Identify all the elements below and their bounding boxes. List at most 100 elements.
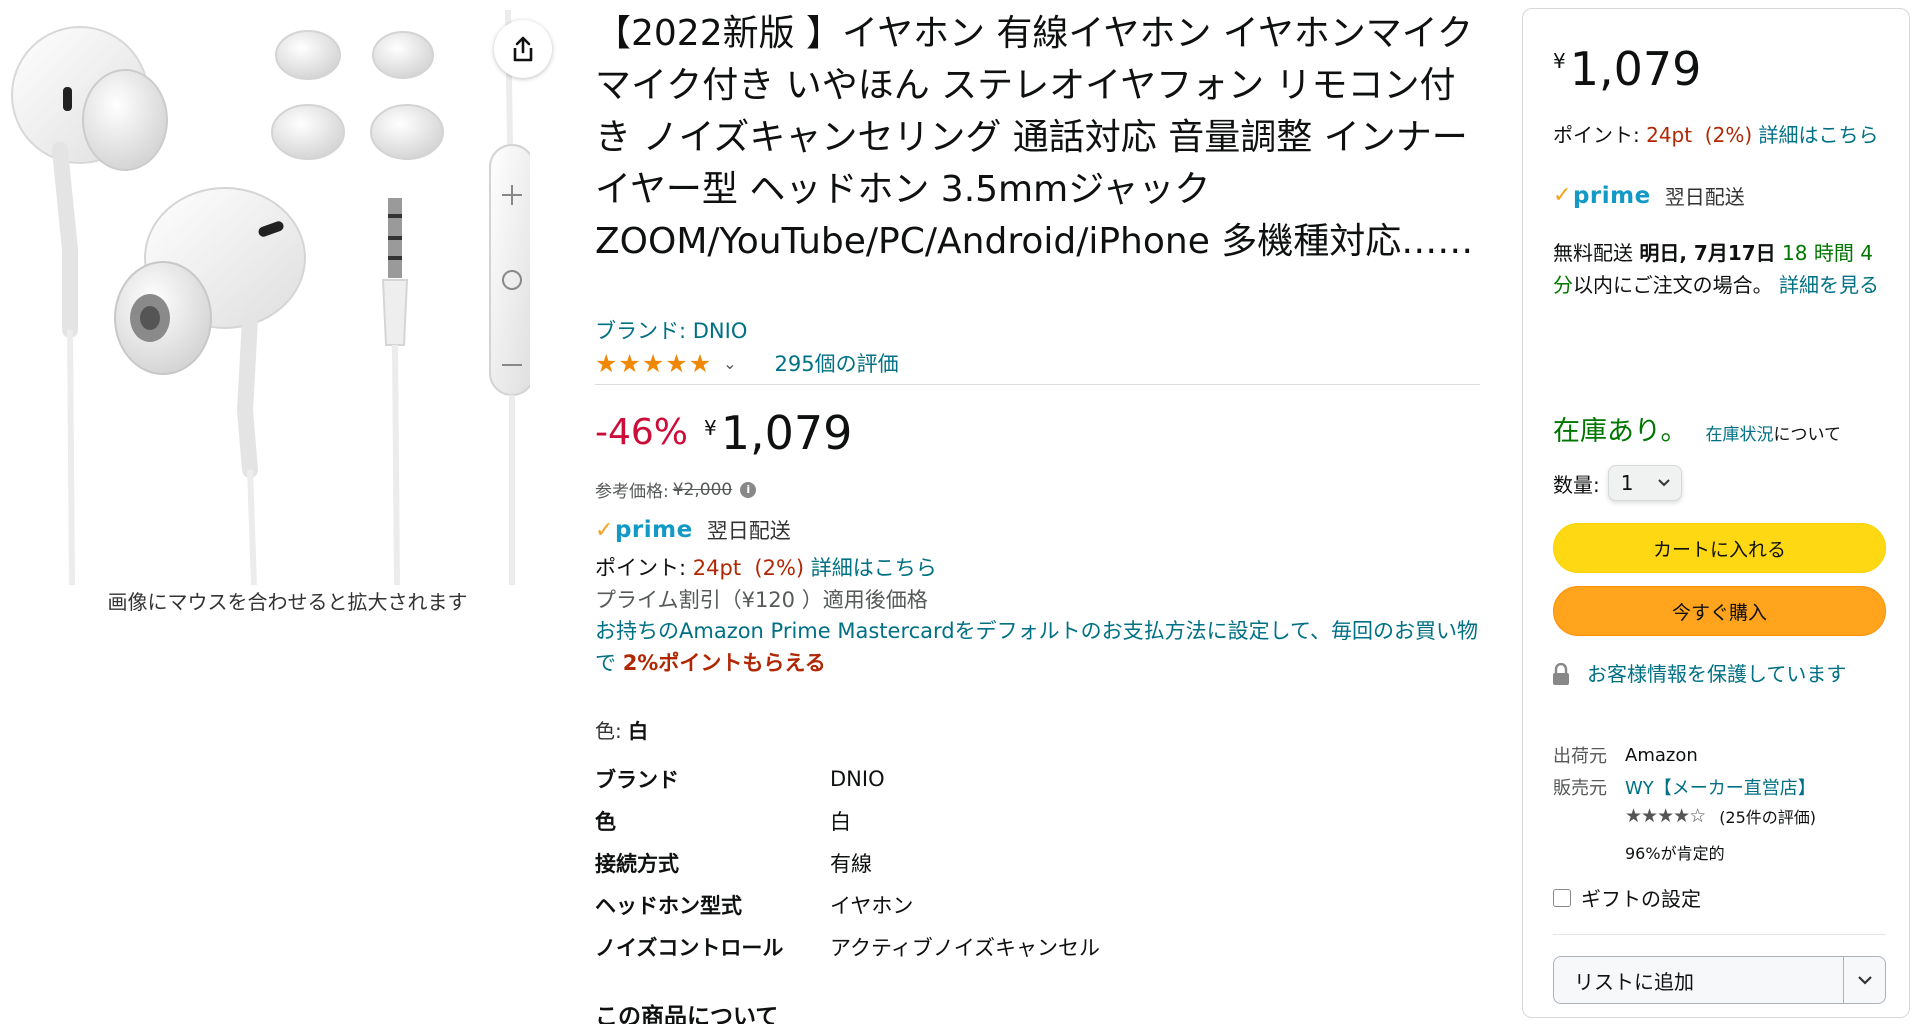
prime-logo: ✓ prime [1553, 182, 1651, 209]
quantity-value: 1 [1620, 471, 1634, 495]
reference-price-label: 参考価格: [595, 482, 669, 502]
shipping-prefix: 無料配送 [1553, 241, 1633, 265]
star-icon: ★★★★ [1625, 805, 1690, 827]
stock-suffix: について [1773, 425, 1841, 445]
check-icon: ✓ [595, 517, 614, 543]
mastercard-promo[interactable]: お持ちのAmazon Prime Mastercardをデフォルトのお支払方法に… [595, 615, 1480, 679]
spec-key: ブランド [595, 768, 679, 792]
divider [1553, 934, 1886, 935]
price: 1,079 [720, 406, 853, 460]
shipping-suffix: 以内にご注文の場合。 [1573, 273, 1773, 297]
shipping-date: 明日, 7月17日 [1639, 241, 1776, 265]
buybox-price: ¥ 1,079 [1553, 41, 1888, 97]
points-row: ポイント: 24pt (2%) 詳細はこちら [595, 552, 937, 582]
shipper-label: 出荷元 [1553, 746, 1607, 767]
star-icon: ★ [641, 348, 665, 378]
share-icon [513, 36, 533, 62]
seller-link[interactable]: WY【メーカー直営店】 [1625, 774, 1816, 800]
seller-info: 出荷元 Amazon 販売元 WY【メーカー直営店】 [1553, 739, 1888, 803]
price: 1,079 [1569, 42, 1702, 96]
gift-option[interactable]: ギフトの設定 [1553, 883, 1888, 912]
promo-highlight: 2%ポイントもらえる [622, 651, 826, 675]
table-row: ブランド DNIO [595, 758, 1295, 800]
in-stock-label: 在庫あり。 [1553, 416, 1688, 447]
secure-transaction[interactable]: お客様情報を保護しています [1553, 657, 1888, 691]
shipper-value: Amazon [1625, 744, 1698, 766]
product-image[interactable] [0, 0, 530, 590]
share-button[interactable] [494, 20, 552, 78]
points-value: 24pt (2%) [692, 556, 805, 580]
add-to-cart-button[interactable]: カートに入れる [1553, 523, 1886, 573]
divider [595, 384, 1480, 385]
seller-label: 販売元 [1553, 778, 1607, 799]
buy-now-button[interactable]: 今すぐ購入 [1553, 586, 1886, 636]
spec-key: ヘッドホン型式 [595, 894, 742, 918]
lock-icon [1553, 663, 1569, 685]
spec-key: 接続方式 [595, 852, 679, 876]
color-label: 色: [595, 719, 622, 743]
gift-label: ギフトの設定 [1581, 887, 1701, 911]
info-icon[interactable]: i [740, 481, 757, 498]
chevron-down-icon[interactable]: ⌄ [723, 354, 736, 373]
chevron-down-icon [1658, 479, 1670, 487]
rating-row: ★ ★ ★ ★ ★ ⌄ 295個の評価 [595, 348, 899, 378]
seller-rating[interactable]: ★★★★ ☆ (25件の評価) [1625, 804, 1920, 828]
spec-value: アクティブノイズキャンセル [830, 936, 1101, 960]
seller-positive: 96%が肯定的 [1625, 844, 1725, 863]
discount-badge: -46% [595, 412, 689, 453]
points-label: ポイント: [1553, 123, 1640, 147]
delivery-info: 無料配送 明日, 7月17日 18 時間 4 分以内にご注文の場合。 詳細を見る [1553, 237, 1888, 301]
star-rating[interactable]: ★ ★ ★ ★ ★ [595, 351, 711, 376]
quantity-label: 数量: [1553, 472, 1600, 497]
prime-delivery: ✓ prime 翌日配送 [595, 515, 791, 545]
stock-link[interactable]: 在庫状況 [1705, 420, 1773, 445]
star-icon: ★ [665, 348, 688, 378]
image-column: 画像にマウスを合わせると拡大されます [0, 0, 575, 1024]
shipper-row: 出荷元 Amazon [1553, 739, 1888, 771]
gift-checkbox[interactable] [1553, 888, 1571, 907]
quantity-select[interactable]: 1 [1607, 465, 1682, 501]
table-row: ヘッドホン型式 イヤホン [595, 884, 1295, 926]
prime-logo: ✓ prime [595, 517, 693, 543]
color-value: 白 [628, 719, 649, 743]
buybox-points: ポイント: 24pt (2%) 詳細はこちら [1553, 119, 1888, 151]
half-star-icon: ☆ [1689, 805, 1706, 827]
reference-price: 参考価格: ¥2,000 i [595, 477, 757, 502]
spec-value: イヤホン [830, 894, 914, 918]
prime-discount: プライム割引（¥120 ）適用後価格 [595, 588, 928, 612]
check-icon: ✓ [1553, 183, 1572, 208]
secure-text: お客様情報を保護しています [1587, 662, 1847, 686]
shipping-details-link[interactable]: 詳細を見る [1779, 273, 1879, 297]
brand-link[interactable]: ブランド: DNIO [595, 315, 747, 345]
chevron-down-icon[interactable] [1843, 957, 1885, 1003]
currency-symbol: ¥ [704, 416, 717, 440]
star-icon: ★ [618, 348, 641, 378]
price-row: -46% ¥ 1,079 [595, 408, 852, 464]
points-details-link[interactable]: 詳細はこちら [811, 556, 937, 580]
reviews-link[interactable]: 295個の評価 [775, 348, 899, 378]
seller-row: 販売元 WY【メーカー直営店】 [1553, 771, 1888, 803]
table-row: 接続方式 有線 [595, 842, 1295, 884]
about-heading: この商品について [595, 1004, 779, 1024]
star-icon: ★ [688, 348, 712, 378]
points-value: 24pt (2%) [1646, 123, 1753, 147]
add-to-list-button[interactable]: リストに追加 [1553, 956, 1886, 1004]
points-details-link[interactable]: 詳細はこちら [1759, 123, 1879, 147]
reference-price-value: ¥2,000 [672, 479, 733, 500]
add-to-list-label[interactable]: リストに追加 [1554, 957, 1843, 1003]
currency-symbol: ¥ [1553, 49, 1566, 73]
table-row: 色 白 [595, 800, 1295, 842]
zoom-hint: 画像にマウスを合わせると拡大されます [107, 590, 468, 614]
spec-value: 有線 [830, 852, 872, 876]
buybox-prime: ✓ prime 翌日配送 [1553, 181, 1888, 210]
spec-key: ノイズコントロール [595, 936, 784, 960]
color-selection: 色: 白 [595, 715, 648, 744]
stock-status: 在庫あり。 在庫状況 について [1553, 409, 1888, 448]
product-title: 【2022新版 】イヤホン 有線イヤホン イヤホンマイク マイク付き いやほん … [595, 13, 1474, 262]
spec-value: DNIO [830, 767, 885, 791]
delivery-text: 翌日配送 [706, 519, 791, 543]
delivery-text: 翌日配送 [1664, 185, 1745, 209]
spec-table: ブランド DNIO 色 白 接続方式 有線 ヘッドホン型式 イヤホン ノイズコン… [595, 758, 1295, 968]
spec-value: 白 [830, 810, 851, 834]
points-label: ポイント: [595, 556, 687, 580]
